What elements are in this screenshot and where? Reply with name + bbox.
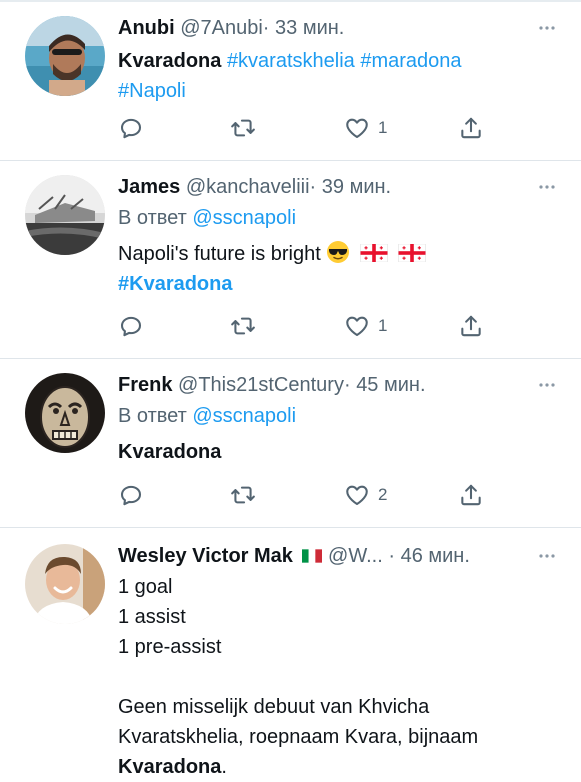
sunglasses-face-emoji — [327, 241, 350, 263]
hashtag-link[interactable]: #Napoli — [118, 80, 186, 102]
text-line: Geen misselijk debuut van Khvicha — [118, 696, 430, 718]
reply-mention-link[interactable]: @sscnapoli — [192, 405, 296, 427]
author-handle[interactable]: @7Anubi — [180, 17, 263, 39]
author-handle[interactable]: @This21stCentury — [178, 374, 344, 396]
tweet-body: Napoli's future is bright — [118, 243, 321, 265]
author-name[interactable]: Frenk — [118, 374, 172, 396]
tweet-text: 1 goal 1 assist 1 pre-assist Geen missel… — [118, 572, 547, 782]
avatar[interactable] — [25, 175, 105, 255]
tweet-james[interactable]: James @kanchaveliii· 39 мин. В ответ @ss… — [0, 161, 581, 358]
avatar[interactable] — [25, 544, 105, 624]
retweet-button[interactable] — [230, 481, 256, 509]
reply-context: В ответ @sscnapoli — [118, 203, 547, 233]
reply-prefix: В ответ — [118, 405, 187, 427]
hashtag-link[interactable]: #kvaratskhelia — [227, 50, 355, 72]
timestamp[interactable]: 33 мин. — [275, 17, 344, 39]
like-count: 1 — [378, 118, 388, 137]
text-line: Kvaratskhelia, roepnaam Kvara, bijnaam — [118, 726, 479, 748]
share-icon — [458, 115, 484, 141]
more-icon[interactable] — [537, 177, 557, 197]
reply-mention-link[interactable]: @sscnapoli — [192, 207, 296, 229]
like-icon — [344, 313, 370, 339]
retweet-icon — [230, 482, 256, 508]
like-button[interactable]: 1 — [344, 114, 387, 142]
georgia-flag-emoji — [398, 244, 426, 262]
share-button[interactable] — [458, 312, 484, 340]
avatar[interactable] — [25, 373, 105, 453]
author-handle[interactable]: @kanchaveliii — [186, 176, 310, 198]
separator: · — [343, 374, 351, 396]
action-bar: 1 — [118, 114, 490, 142]
keyword: Kvaradona — [118, 756, 222, 778]
timestamp[interactable]: 45 мин. — [356, 374, 425, 396]
reply-context: В ответ @sscnapoli — [118, 401, 547, 431]
share-button[interactable] — [458, 481, 484, 509]
reply-prefix: В ответ — [118, 207, 187, 229]
action-bar: 2 — [118, 481, 490, 509]
tweet-header: James @kanchaveliii· 39 мин. — [118, 175, 547, 199]
keyword: Kvaradona — [118, 50, 222, 72]
tweet-anubi[interactable]: Anubi @7Anubi· 33 мин. Kvaradona #kvarat… — [0, 0, 581, 160]
like-button[interactable]: 2 — [344, 481, 387, 509]
punctuation: . — [221, 756, 227, 778]
separator: · — [262, 17, 270, 39]
more-icon[interactable] — [537, 546, 557, 566]
hashtag-link[interactable]: #Kvaradona — [118, 273, 233, 295]
action-bar: 1 — [118, 312, 490, 340]
text-line: 1 pre-assist — [118, 636, 222, 658]
italy-flag-emoji — [302, 549, 323, 563]
retweet-button[interactable] — [230, 114, 256, 142]
tweet-text: Kvaradona #kvaratskhelia #maradona #Napo… — [118, 46, 547, 106]
separator: · — [388, 545, 396, 567]
more-icon[interactable] — [537, 18, 557, 38]
like-count: 1 — [378, 316, 388, 335]
more-icon[interactable] — [537, 375, 557, 395]
hashtag-link[interactable]: #maradona — [360, 50, 461, 72]
author-name[interactable]: Wesley Victor Mak — [118, 545, 293, 567]
tweet-text: Kvaradona — [118, 441, 222, 463]
share-button[interactable] — [458, 114, 484, 142]
share-icon — [458, 482, 484, 508]
reply-icon — [118, 115, 144, 141]
timestamp[interactable]: 39 мин. — [322, 176, 391, 198]
reply-icon — [118, 482, 144, 508]
timestamp[interactable]: 46 мин. — [401, 545, 470, 567]
retweet-icon — [230, 115, 256, 141]
author-name[interactable]: Anubi — [118, 17, 175, 39]
tweet-text: Napoli's future is bright #Kvaradona — [118, 239, 547, 299]
text-line: 1 assist — [118, 606, 186, 628]
tweet-wesley[interactable]: Wesley Victor Mak @W... · 46 мин. 1 goal… — [0, 528, 581, 781]
like-icon — [344, 482, 370, 508]
tweet-header: Wesley Victor Mak @W... · 46 мин. — [118, 544, 547, 568]
reply-button[interactable] — [118, 481, 144, 509]
author-name[interactable]: James — [118, 176, 180, 198]
avatar[interactable] — [25, 16, 105, 96]
like-button[interactable]: 1 — [344, 312, 387, 340]
retweet-icon — [230, 313, 256, 339]
like-count: 2 — [378, 485, 388, 504]
tweet-frenk[interactable]: Frenk @This21stCentury· 45 мин. В ответ … — [0, 359, 581, 527]
retweet-button[interactable] — [230, 312, 256, 340]
tweet-header: Anubi @7Anubi· 33 мин. — [118, 16, 547, 40]
reply-button[interactable] — [118, 114, 144, 142]
reply-icon — [118, 313, 144, 339]
separator: · — [309, 176, 317, 198]
reply-button[interactable] — [118, 312, 144, 340]
share-icon — [458, 313, 484, 339]
text-line: 1 goal — [118, 576, 173, 598]
text-line: Kvaradona. — [118, 752, 547, 782]
like-icon — [344, 115, 370, 141]
georgia-flag-emoji — [360, 244, 388, 262]
tweet-header: Frenk @This21stCentury· 45 мин. — [118, 373, 547, 397]
author-handle[interactable]: @W... — [328, 545, 383, 567]
